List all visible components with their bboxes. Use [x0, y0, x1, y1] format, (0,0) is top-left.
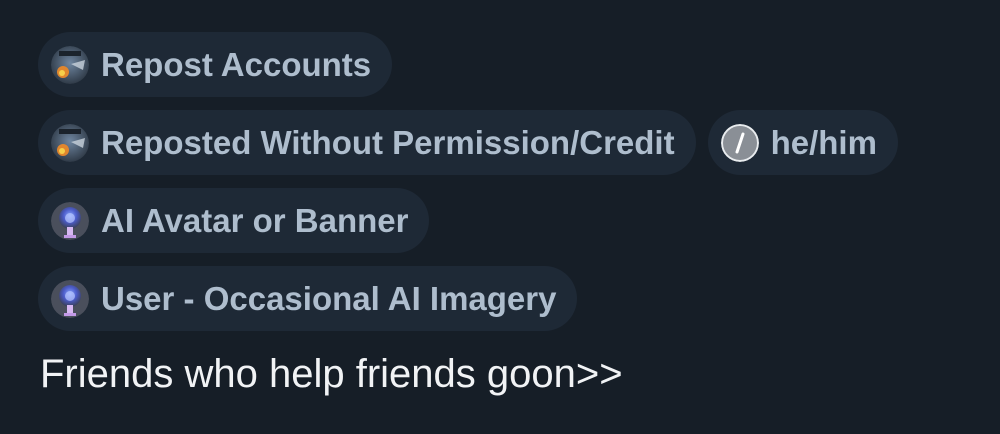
label-repost-accounts[interactable]: Repost Accounts [38, 32, 393, 97]
label-reposted-without-permission[interactable]: Reposted Without Permission/Credit [38, 110, 696, 175]
pronoun-slash-icon [720, 123, 759, 162]
label-text: he/him [770, 123, 877, 161]
label-row-3: AI Avatar or Banner [38, 188, 898, 253]
repost-avatar-icon [51, 45, 89, 84]
label-text: Repost Accounts [101, 45, 372, 83]
label-text: Reposted Without Permission/Credit [101, 123, 675, 161]
repost-avatar-icon [51, 123, 89, 162]
label-he-him[interactable]: he/him [707, 110, 898, 175]
label-text: AI Avatar or Banner [101, 201, 409, 239]
label-text: User - Occasional AI Imagery [101, 279, 557, 317]
profile-labels: Repost Accounts Reposted Without Permiss… [38, 32, 898, 331]
label-user-occasional-ai[interactable]: User - Occasional AI Imagery [38, 266, 578, 331]
profile-bio: Friends who help friends goon>> [40, 352, 623, 396]
label-row-1: Repost Accounts [38, 32, 898, 97]
label-row-2: Reposted Without Permission/Credit he/hi… [38, 110, 898, 175]
label-row-4: User - Occasional AI Imagery [38, 266, 898, 331]
ai-robot-icon [51, 201, 89, 240]
ai-robot-icon [51, 279, 89, 318]
label-ai-avatar-banner[interactable]: AI Avatar or Banner [38, 188, 430, 253]
